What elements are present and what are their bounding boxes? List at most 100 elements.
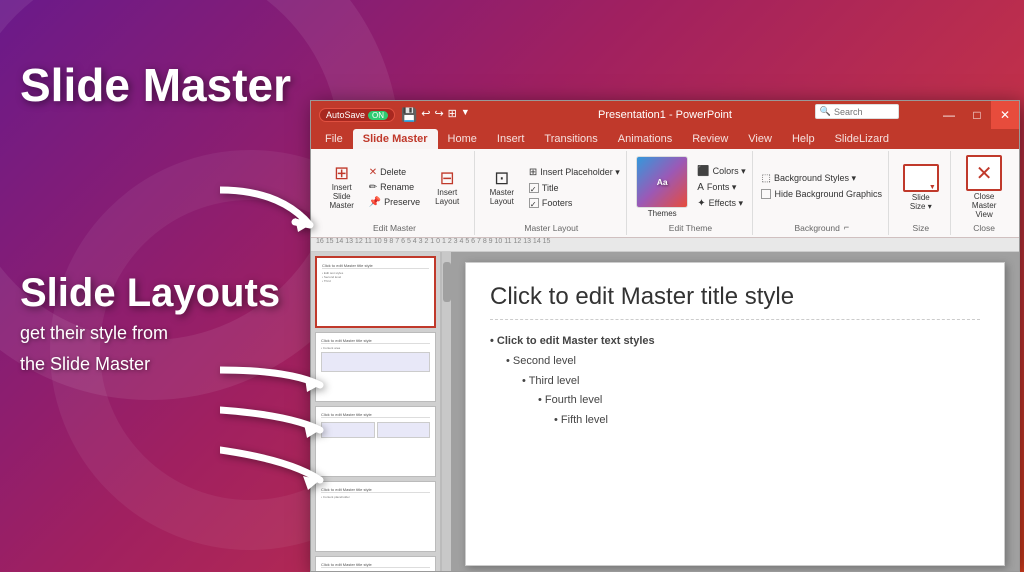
background-expand-icon[interactable]: ⌐ bbox=[844, 222, 849, 232]
colors-icon: ⬛ bbox=[697, 166, 709, 177]
tab-help[interactable]: Help bbox=[782, 129, 825, 149]
scroll-indicator[interactable] bbox=[441, 252, 451, 571]
autosave-toggle[interactable]: ON bbox=[368, 111, 388, 120]
close-master-view-button[interactable]: ✕ CloseMaster View bbox=[959, 153, 1009, 221]
background-group: ⬚ Background Styles ▾ Hide Background Gr… bbox=[755, 151, 889, 235]
title-bar-icons: 💾 ↩ ↪ ⊞ ▼ bbox=[401, 107, 470, 123]
tab-review[interactable]: Review bbox=[682, 129, 738, 149]
delete-label: Delete bbox=[380, 167, 406, 177]
edit-master-group: ⊞ Insert SlideMaster ✕ Delete ✏ Rename bbox=[315, 151, 475, 235]
tab-slide-master[interactable]: Slide Master bbox=[353, 129, 438, 149]
arrow-4 bbox=[220, 440, 340, 500]
bullet-5: • Fifth level bbox=[490, 411, 980, 431]
undo-icon[interactable]: ↩ bbox=[421, 107, 430, 123]
title-checkbox[interactable]: Title bbox=[526, 182, 623, 194]
search-box: 🔍 bbox=[815, 104, 899, 119]
fonts-label: Fonts ▾ bbox=[707, 182, 737, 193]
customize-icon[interactable]: ⊞ bbox=[448, 107, 457, 123]
slide-size-button[interactable]: SlideSize ▾ bbox=[899, 162, 943, 213]
close-buttons: ✕ CloseMaster View bbox=[959, 153, 1009, 221]
hide-bg-check-icon bbox=[761, 189, 771, 199]
background-styles-label: Background Styles ▾ bbox=[774, 173, 856, 184]
slide-thumb-5[interactable]: Click to edit Master title style bbox=[315, 556, 436, 571]
tab-transitions[interactable]: Transitions bbox=[534, 129, 607, 149]
insert-layout-button[interactable]: ⊟ InsertLayout bbox=[425, 167, 469, 208]
save-icon[interactable]: 💾 bbox=[401, 107, 417, 123]
master-layout-buttons: ⊡ MasterLayout ⊞ Insert Placeholder ▾ Ti… bbox=[480, 153, 623, 221]
close-group: ✕ CloseMaster View Close bbox=[953, 151, 1015, 235]
preserve-button[interactable]: 📌 Preserve bbox=[366, 196, 423, 209]
horizontal-ruler: 16 15 14 13 12 11 10 9 8 7 6 5 4 3 2 1 0… bbox=[311, 238, 1019, 252]
arrow-1 bbox=[220, 180, 330, 245]
minimize-button[interactable]: — bbox=[935, 101, 963, 129]
rename-button[interactable]: ✏ Rename bbox=[366, 181, 423, 194]
slide-content-placeholder: • Click to edit Master text styles • Sec… bbox=[490, 332, 980, 431]
autosave-pill: AutoSave ON bbox=[319, 108, 395, 122]
thumb-3-col2 bbox=[377, 422, 431, 438]
tab-insert[interactable]: Insert bbox=[487, 129, 535, 149]
hide-background-graphics-label: Hide Background Graphics bbox=[774, 189, 882, 199]
window-controls: — □ ✕ bbox=[935, 101, 1019, 129]
slide-master-title: Slide Master bbox=[20, 60, 291, 111]
background-styles-button[interactable]: ⬚ Background Styles ▾ bbox=[758, 172, 885, 185]
edit-theme-buttons: Aa Themes ⬛ Colors ▾ A Fonts ▾ bbox=[632, 153, 748, 221]
size-group-label: Size bbox=[913, 221, 930, 233]
window-title: Presentation1 - PowerPoint bbox=[598, 109, 732, 121]
slide-layouts-title: Slide Layouts bbox=[20, 271, 291, 315]
search-input[interactable] bbox=[834, 107, 894, 117]
delete-icon: ✕ bbox=[369, 167, 377, 178]
edit-master-label: Edit Master bbox=[373, 221, 416, 233]
colors-button[interactable]: ⬛ Colors ▾ bbox=[694, 165, 748, 178]
close-button[interactable]: ✕ bbox=[991, 101, 1019, 129]
tab-slidelizard[interactable]: SlideLizard bbox=[825, 129, 899, 149]
themes-btn-label: Themes bbox=[648, 209, 677, 218]
insert-placeholder-button[interactable]: ⊞ Insert Placeholder ▾ bbox=[526, 166, 623, 179]
background-group-label: Background bbox=[794, 221, 839, 233]
footers-checkbox-label: Footers bbox=[542, 198, 573, 208]
ruler-inner: 16 15 14 13 12 11 10 9 8 7 6 5 4 3 2 1 0… bbox=[311, 238, 1019, 251]
title-checkbox-label: Title bbox=[542, 183, 559, 193]
tab-view[interactable]: View bbox=[738, 129, 782, 149]
autosave-label: AutoSave bbox=[326, 110, 365, 120]
bullet-3: • Third level bbox=[490, 372, 980, 392]
left-panel: Slide Master Slide Layouts get their sty… bbox=[20, 60, 291, 377]
fonts-button[interactable]: A Fonts ▾ bbox=[694, 181, 748, 194]
delete-button[interactable]: ✕ Delete bbox=[366, 166, 423, 179]
ppt-window: AutoSave ON 💾 ↩ ↪ ⊞ ▼ Presentation1 - Po… bbox=[310, 100, 1020, 572]
size-buttons: SlideSize ▾ bbox=[899, 153, 943, 221]
dropdown-icon[interactable]: ▼ bbox=[461, 107, 470, 123]
tab-file[interactable]: File bbox=[315, 129, 353, 149]
main-area: Click to edit Master title style • Edit … bbox=[311, 252, 1019, 571]
thumb-1-content: • Edit text styles • Second level • Thir… bbox=[322, 271, 429, 284]
hide-background-graphics-button[interactable]: Hide Background Graphics bbox=[758, 188, 885, 200]
insert-layout-label: InsertLayout bbox=[435, 188, 459, 206]
background-styles-icon: ⬚ bbox=[761, 173, 770, 184]
insert-placeholder-label: Insert Placeholder ▾ bbox=[540, 167, 620, 178]
master-layout-group-label: Master Layout bbox=[524, 221, 578, 233]
bullet-1: • Click to edit Master text styles bbox=[490, 332, 980, 352]
close-master-icon: ✕ bbox=[966, 155, 1002, 191]
thumb-2-content: • Content area bbox=[321, 346, 430, 350]
bullet-4: • Fourth level bbox=[490, 391, 980, 411]
maximize-button[interactable]: □ bbox=[963, 101, 991, 129]
close-group-label: Close bbox=[973, 221, 995, 233]
footers-checkbox[interactable]: Footers bbox=[526, 197, 623, 209]
rename-icon: ✏ bbox=[369, 182, 377, 193]
slide-canvas[interactable]: Click to edit Master title style • Click… bbox=[465, 262, 1005, 566]
master-layout-button[interactable]: ⊡ MasterLayout bbox=[480, 167, 524, 208]
colors-label: Colors ▾ bbox=[713, 166, 746, 177]
fonts-icon: A bbox=[697, 182, 704, 193]
redo-icon[interactable]: ↪ bbox=[434, 107, 443, 123]
themes-icon: Aa bbox=[636, 156, 688, 208]
slide-thumb-1[interactable]: Click to edit Master title style • Edit … bbox=[315, 256, 436, 328]
themes-button[interactable]: Aa Themes bbox=[632, 154, 692, 220]
tab-home[interactable]: Home bbox=[438, 129, 487, 149]
tab-animations[interactable]: Animations bbox=[608, 129, 682, 149]
slide-title-placeholder[interactable]: Click to edit Master title style bbox=[490, 283, 980, 320]
title-bar-left: AutoSave ON 💾 ↩ ↪ ⊞ ▼ bbox=[319, 107, 470, 123]
title-bar: AutoSave ON 💾 ↩ ↪ ⊞ ▼ Presentation1 - Po… bbox=[311, 101, 1019, 129]
slide-thumb-5-inner: Click to edit Master title style bbox=[318, 559, 433, 571]
slide-thumb-1-inner: Click to edit Master title style • Edit … bbox=[319, 260, 432, 324]
size-group: SlideSize ▾ Size bbox=[891, 151, 951, 235]
effects-button[interactable]: ✦ Effects ▾ bbox=[694, 197, 748, 210]
